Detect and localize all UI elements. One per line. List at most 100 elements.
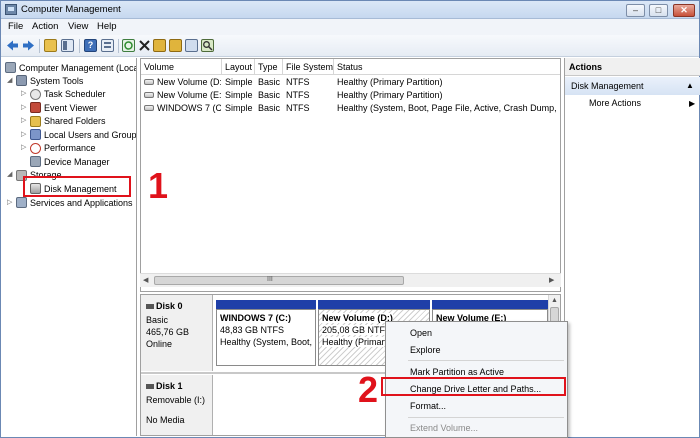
tree-item-local-users[interactable]: ▷ Local Users and Groups bbox=[21, 128, 136, 142]
menu-item-explore[interactable]: Explore bbox=[410, 345, 441, 355]
column-header-type[interactable]: Type bbox=[255, 59, 283, 75]
search-icon[interactable] bbox=[201, 39, 214, 52]
toolbar-separator bbox=[118, 39, 119, 53]
more-actions-link[interactable]: More Actions bbox=[589, 98, 641, 108]
tree-item-label: System Tools bbox=[30, 75, 84, 86]
partition-header bbox=[318, 300, 430, 309]
users-icon bbox=[30, 129, 41, 141]
scroll-up-icon[interactable]: ▲ bbox=[551, 297, 558, 304]
open-folder-icon[interactable] bbox=[153, 39, 166, 52]
collapse-arrow-icon[interactable]: ▷ bbox=[21, 117, 27, 124]
maximize-button[interactable]: □ bbox=[649, 4, 668, 17]
actions-pane: Actions Disk Management ▲ More Actions ▶ bbox=[564, 58, 700, 436]
step-1-label: 1 bbox=[148, 165, 169, 206]
tree-item-system-tools[interactable]: ◢ System Tools bbox=[7, 74, 83, 88]
drive-icon bbox=[144, 79, 154, 85]
scroll-thumb[interactable]: III bbox=[154, 276, 404, 285]
highlight-box-disk-management bbox=[23, 176, 131, 197]
forward-arrow-icon[interactable] bbox=[22, 39, 35, 52]
highlight-box-change-drive-letter bbox=[381, 377, 566, 396]
tree-item-label: Shared Folders bbox=[44, 116, 106, 127]
tree-item-label: Services and Applications bbox=[30, 197, 133, 208]
table-row[interactable]: New Volume (E:) Simple Basic NTFS Health… bbox=[141, 89, 560, 102]
console-tree: Computer Management (Local ◢ System Tool… bbox=[3, 58, 137, 436]
tree-item-label: Computer Management (Local bbox=[19, 62, 137, 73]
up-folder-icon[interactable] bbox=[44, 39, 57, 52]
partition-c[interactable]: WINDOWS 7 (C:) 48,83 GB NTFS Healthy (Sy… bbox=[216, 300, 316, 366]
menu-file[interactable]: File bbox=[8, 21, 23, 32]
tree-item-task-scheduler[interactable]: ▷ Task Scheduler bbox=[21, 88, 106, 102]
folder-icon[interactable] bbox=[169, 39, 182, 52]
actions-section-disk-management[interactable]: Disk Management ▲ bbox=[565, 77, 700, 95]
menu-item-open[interactable]: Open bbox=[410, 328, 432, 338]
scroll-grip: III bbox=[267, 276, 273, 283]
device-manager-icon bbox=[30, 156, 41, 168]
expand-arrow-icon[interactable]: ◢ bbox=[7, 77, 13, 84]
show-hide-tree-icon[interactable] bbox=[61, 39, 74, 52]
computer-management-icon bbox=[5, 4, 17, 15]
tree-item-event-viewer[interactable]: ▷ Event Viewer bbox=[21, 101, 97, 115]
disk-1-label[interactable]: Disk 1 Removable (I:) No Media bbox=[141, 375, 213, 435]
volume-list: Volume Layout Type File System Status Ne… bbox=[140, 58, 561, 292]
disk-properties-icon[interactable] bbox=[185, 39, 198, 52]
tools-icon bbox=[16, 75, 27, 87]
menu-help[interactable]: Help bbox=[97, 21, 117, 32]
submenu-arrow-icon[interactable]: ▶ bbox=[689, 99, 695, 108]
services-icon bbox=[16, 197, 27, 209]
drive-icon bbox=[144, 92, 154, 98]
tree-item-label: Performance bbox=[44, 143, 96, 154]
toolbar-separator bbox=[79, 39, 80, 53]
performance-icon bbox=[30, 142, 41, 154]
tree-item-services[interactable]: ▷ Services and Applications bbox=[7, 196, 133, 210]
collapse-arrow-icon[interactable]: ▷ bbox=[21, 104, 27, 111]
scroll-right-icon[interactable]: ▶ bbox=[549, 276, 554, 284]
tree-item-device-manager[interactable]: Device Manager bbox=[30, 155, 110, 169]
collapse-arrow-icon[interactable]: ▷ bbox=[21, 144, 27, 151]
collapse-arrow-icon[interactable]: ▷ bbox=[21, 90, 27, 97]
menu-action[interactable]: Action bbox=[32, 21, 58, 32]
disk-icon bbox=[146, 304, 154, 309]
tree-item-root[interactable]: Computer Management (Local bbox=[5, 61, 137, 75]
close-button[interactable]: ✕ bbox=[673, 4, 695, 17]
back-arrow-icon[interactable] bbox=[6, 39, 19, 52]
menu-view[interactable]: View bbox=[68, 21, 88, 32]
partition-header bbox=[216, 300, 316, 309]
toolbar: ? bbox=[1, 35, 699, 57]
horizontal-scrollbar[interactable]: ◀ III ▶ bbox=[140, 273, 561, 287]
properties-icon[interactable] bbox=[101, 39, 114, 52]
tree-item-performance[interactable]: ▷ Performance bbox=[21, 142, 96, 156]
expand-arrow-icon[interactable]: ◢ bbox=[7, 171, 13, 178]
toolbar-separator bbox=[39, 39, 40, 53]
tree-item-shared-folders[interactable]: ▷ Shared Folders bbox=[21, 115, 106, 129]
scroll-left-icon[interactable]: ◀ bbox=[143, 276, 148, 284]
partition-header bbox=[432, 300, 548, 309]
column-header-layout[interactable]: Layout bbox=[222, 59, 255, 75]
collapse-arrow-icon[interactable]: ▷ bbox=[21, 131, 27, 138]
disk-0-label[interactable]: Disk 0 Basic 465,76 GB Online bbox=[141, 295, 213, 371]
menu-bar: File Action View Help bbox=[1, 19, 699, 35]
delete-icon[interactable] bbox=[138, 39, 151, 52]
menu-separator bbox=[408, 360, 564, 361]
tree-item-label: Device Manager bbox=[44, 156, 110, 167]
refresh-icon[interactable] bbox=[122, 39, 135, 52]
table-row[interactable]: New Volume (D:) Simple Basic NTFS Health… bbox=[141, 76, 560, 89]
menu-item-mark-active[interactable]: Mark Partition as Active bbox=[410, 367, 504, 377]
drive-icon bbox=[144, 105, 154, 111]
column-header-status[interactable]: Status bbox=[334, 59, 560, 75]
menu-item-format[interactable]: Format... bbox=[410, 401, 446, 411]
title-bar: Computer Management – □ ✕ bbox=[1, 1, 699, 19]
clock-icon bbox=[30, 88, 41, 100]
menu-item-extend-volume[interactable]: Extend Volume... bbox=[410, 423, 478, 433]
help-icon[interactable]: ? bbox=[84, 39, 97, 52]
table-row[interactable]: WINDOWS 7 (C:) Simple Basic NTFS Healthy… bbox=[141, 102, 560, 115]
menu-separator bbox=[408, 417, 564, 418]
column-header-volume[interactable]: Volume bbox=[141, 59, 222, 75]
collapse-arrow-icon[interactable]: ▷ bbox=[7, 199, 13, 206]
window-title: Computer Management bbox=[21, 4, 121, 15]
collapse-up-icon[interactable]: ▲ bbox=[686, 81, 694, 90]
disk-icon bbox=[146, 384, 154, 389]
tree-item-label: Task Scheduler bbox=[44, 89, 106, 100]
column-header-file-system[interactable]: File System bbox=[283, 59, 334, 75]
computer-icon bbox=[5, 62, 16, 74]
minimize-button[interactable]: – bbox=[626, 4, 645, 17]
